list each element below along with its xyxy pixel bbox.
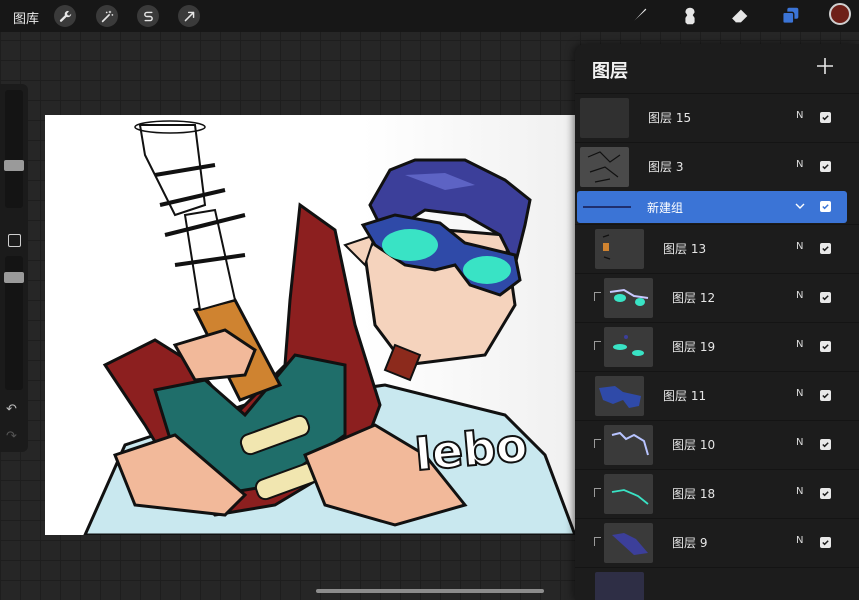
layer-row[interactable]: 图层 15 N [575,93,859,141]
redo-icon[interactable]: ↷ [6,429,17,444]
visibility-checkbox[interactable] [820,390,831,401]
layer-row[interactable]: 图层 12 N [575,273,859,321]
clipping-mask-icon [594,439,601,448]
layer-row[interactable]: 图层 10 N [575,420,859,468]
blend-mode[interactable]: N [796,339,803,350]
layer-name: 图层 15 [648,111,692,125]
visibility-checkbox[interactable] [820,439,831,450]
brush-icon[interactable] [627,4,651,28]
layer-row[interactable]: 图层 13 N [575,224,859,272]
layer-row-partial[interactable] [575,567,859,600]
visibility-checkbox[interactable] [820,161,831,172]
visibility-checkbox[interactable] [820,341,831,352]
color-picker-swatch[interactable] [829,3,851,25]
brush-size-slider[interactable] [5,90,23,208]
visibility-checkbox[interactable] [820,201,831,212]
blend-mode[interactable]: N [796,437,803,448]
layers-panel: 图层 图层 15 N 图层 3 N 新建组 图层 13 N 图层 12 N 图层… [575,44,859,600]
transform-arrow-icon[interactable] [178,5,200,27]
gallery-button[interactable]: 图库 [13,8,39,27]
undo-icon[interactable]: ↶ [6,402,17,417]
layers-icon[interactable] [779,4,803,28]
drawing-canvas[interactable]: Iebo [45,115,575,535]
layer-thumbnail [595,229,644,269]
visibility-checkbox[interactable] [820,243,831,254]
layer-thumbnail [604,278,653,318]
layer-name: 图层 9 [672,536,708,550]
home-indicator [316,589,544,593]
layer-thumbnail [580,98,629,138]
visibility-checkbox[interactable] [820,112,831,123]
magic-wand-icon[interactable] [96,5,118,27]
visibility-checkbox[interactable] [820,488,831,499]
group-name: 新建组 [647,201,684,215]
blend-mode[interactable]: N [796,290,803,301]
add-layer-icon[interactable] [813,54,837,78]
layer-row[interactable]: 图层 11 N [575,371,859,419]
layer-name: 图层 10 [672,438,716,452]
artwork-illustration: Iebo [83,120,575,535]
visibility-checkbox[interactable] [820,537,831,548]
layer-name: 图层 3 [648,160,684,174]
left-sidebar: ↶ ↷ [0,84,28,452]
layer-thumbnail [604,474,653,514]
layer-group-row[interactable]: 新建组 [577,191,847,223]
layer-name: 图层 19 [672,340,716,354]
layer-name: 图层 18 [672,487,716,501]
blend-mode[interactable]: N [796,110,803,121]
panel-title: 图层 [592,61,628,82]
wrench-icon[interactable] [54,5,76,27]
layer-thumbnail [580,147,629,187]
layer-name: 图层 13 [663,242,707,256]
layer-thumbnail [604,327,653,367]
layer-thumbnail [595,376,644,416]
layer-row[interactable]: 图层 3 N [575,142,859,190]
clipping-mask-icon [594,537,601,546]
layer-thumbnail [604,523,653,563]
shirt-lettering: Iebo [412,418,529,482]
top-toolbar: 图库 [0,0,859,32]
visibility-checkbox[interactable] [820,292,831,303]
smudge-icon[interactable] [678,4,702,28]
modify-button[interactable] [8,234,21,247]
blend-mode[interactable]: N [796,535,803,546]
selection-s-icon[interactable] [137,5,159,27]
brush-size-thumb[interactable] [4,160,24,171]
layer-row[interactable]: 图层 19 N [575,322,859,370]
clipping-mask-icon [594,488,601,497]
eraser-icon[interactable] [728,4,752,28]
layer-row[interactable]: 图层 9 N [575,518,859,566]
blend-mode[interactable]: N [796,388,803,399]
group-thumbnail [583,206,631,208]
clipping-mask-icon [594,341,601,350]
blend-mode[interactable]: N [796,159,803,170]
opacity-thumb[interactable] [4,272,24,283]
layer-name: 图层 11 [663,389,707,403]
blend-mode[interactable]: N [796,241,803,252]
layer-name: 图层 12 [672,291,716,305]
layer-row[interactable]: 图层 18 N [575,469,859,517]
layer-thumbnail [604,425,653,465]
layer-thumbnail [595,572,644,600]
clipping-mask-icon [594,292,601,301]
chevron-down-icon[interactable] [793,199,807,213]
blend-mode[interactable]: N [796,486,803,497]
